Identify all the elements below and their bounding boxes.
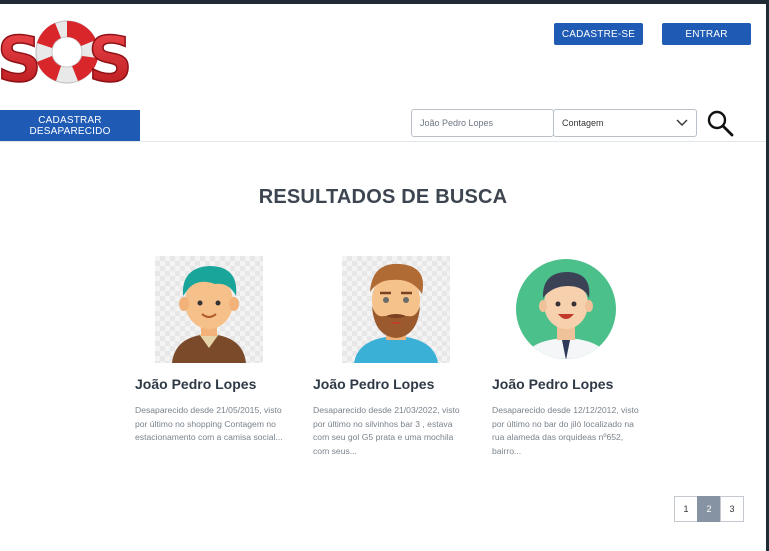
result-name[interactable]: João Pedro Lopes (135, 376, 305, 392)
person-businessman-icon (516, 259, 616, 359)
search-placeholder: João Pedro Lopes (420, 118, 494, 128)
result-name[interactable]: João Pedro Lopes (492, 376, 662, 392)
pagination: 1 2 3 (674, 496, 744, 522)
avatar[interactable] (512, 256, 620, 363)
city-select-value: Contagem (562, 118, 604, 128)
top-border (0, 0, 769, 4)
header-divider (0, 141, 766, 142)
page-button-3[interactable]: 3 (720, 496, 744, 522)
chevron-down-icon (676, 119, 688, 126)
person-teal-hair-icon (172, 266, 246, 363)
page-button-1[interactable]: 1 (674, 496, 698, 522)
register-missing-button[interactable]: CADASTRAR DESAPARECIDO (0, 110, 140, 141)
signup-button[interactable]: CADASTRE-SE (554, 23, 643, 45)
search-icon (707, 110, 734, 137)
logo-letter-s-right: S (88, 23, 133, 90)
logo-letter-s-left: S (0, 23, 42, 90)
login-button[interactable]: ENTRAR (662, 23, 751, 45)
result-description: Desaparecido desde 21/05/2015, visto por… (135, 405, 283, 442)
search-button[interactable] (706, 109, 734, 137)
page-button-2[interactable]: 2 (697, 496, 721, 522)
avatar[interactable] (155, 256, 263, 363)
result-name[interactable]: João Pedro Lopes (313, 376, 483, 392)
sos-logo[interactable]: S S (0, 18, 135, 97)
search-input[interactable]: João Pedro Lopes (411, 109, 554, 137)
person-bearded-icon (354, 263, 438, 363)
page-title: RESULTADOS DE BUSCA (258, 186, 508, 208)
city-select[interactable]: Contagem (553, 109, 697, 137)
result-description: Desaparecido desde 12/12/2012, visto por… (492, 405, 639, 456)
avatar[interactable] (342, 256, 450, 363)
result-description: Desaparecido desde 21/03/2022, visto por… (313, 405, 460, 456)
